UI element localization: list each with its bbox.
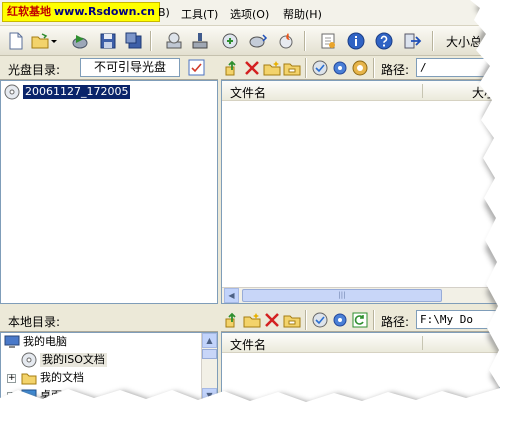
properties-icon[interactable]	[351, 59, 369, 77]
right-panel: 路径: / 文件名 大小 ◀ ||| 路径: F:\My Do 文件名	[221, 56, 500, 405]
disc-directory-title: 光盘目录:	[8, 63, 61, 77]
delete-icon[interactable]	[243, 59, 261, 77]
settings-icon[interactable]	[331, 311, 349, 329]
computer-icon	[4, 335, 20, 348]
disc-tree[interactable]: 20061127_172005	[0, 80, 218, 304]
save-as-icon[interactable]	[124, 31, 144, 51]
tree-item-my-iso[interactable]: 我的ISO文档	[21, 351, 196, 369]
cd-folder-icon	[21, 352, 37, 368]
scroll-up-icon[interactable]: ▲	[202, 333, 217, 348]
tree-label-desktop[interactable]: 桌面	[40, 389, 62, 403]
new-folder-icon[interactable]	[243, 311, 261, 329]
rename-icon[interactable]	[283, 311, 301, 329]
tree-item-disc-root[interactable]: 20061127_172005	[4, 83, 204, 101]
disc-file-list[interactable]: 文件名 大小 ◀ |||	[221, 80, 500, 304]
up-folder-icon[interactable]	[223, 59, 241, 77]
mount-icon[interactable]	[248, 31, 268, 51]
total-size-label: 大小总	[446, 35, 483, 49]
watermark-url: www.Rsdown.cn	[54, 5, 155, 18]
menu-item-partial[interactable]: B)	[158, 6, 170, 19]
local-file-list[interactable]: 文件名	[221, 332, 500, 405]
boot-disc-icon[interactable]	[311, 59, 329, 77]
tree-label-my-iso[interactable]: 我的ISO文档	[40, 353, 107, 367]
menu-help[interactable]: 帮助(H)	[283, 6, 322, 22]
chevron-down-icon[interactable]	[50, 31, 58, 51]
options-icon[interactable]	[318, 31, 338, 51]
local-tree-scrollbar[interactable]: ▲ ▼	[201, 333, 217, 404]
boot-type-field[interactable]: 不可引导光盘	[80, 58, 180, 77]
delete-icon[interactable]	[263, 311, 281, 329]
column-header-filename[interactable]: 文件名	[230, 336, 266, 353]
tree-item-my-computer[interactable]: 我的电脑	[4, 333, 199, 351]
tree-label-my-documents[interactable]: 我的文档	[40, 371, 84, 385]
folder-icon	[21, 373, 37, 385]
scroll-thumb[interactable]: |||	[242, 289, 442, 302]
toolbar-separator	[305, 58, 307, 78]
boot-disc-icon[interactable]	[311, 311, 329, 329]
toolbar-separator	[150, 31, 152, 51]
main-toolbar: 大小总	[0, 26, 500, 56]
toolbar-separator	[305, 310, 307, 330]
properties-icon[interactable]	[188, 59, 205, 76]
local-path-label: 路径:	[381, 315, 410, 329]
scroll-left-icon[interactable]: ◀	[224, 288, 239, 303]
disc-list-hscrollbar[interactable]: ◀ |||	[222, 287, 499, 303]
new-folder-icon[interactable]	[263, 59, 281, 77]
burn-icon[interactable]	[276, 31, 296, 51]
disc-directory-header: 光盘目录: 不可引导光盘	[0, 56, 218, 80]
exit-icon[interactable]	[402, 31, 422, 51]
column-header-size[interactable]: 大小	[472, 84, 496, 101]
column-header-filename[interactable]: 文件名	[230, 84, 266, 101]
toolbar-separator	[373, 58, 375, 78]
local-browser-toolbar: 路径: F:\My Do	[221, 308, 500, 332]
cd-icon	[4, 84, 20, 100]
watermark-logo: 红软基地 www.Rsdown.cn	[2, 2, 160, 22]
local-list-header: 文件名	[222, 333, 499, 353]
expand-icon[interactable]: +	[7, 392, 16, 401]
local-path-field[interactable]: F:\My Do	[416, 310, 500, 329]
column-divider[interactable]	[422, 336, 423, 350]
scroll-thumb[interactable]	[202, 349, 217, 359]
local-directory-header: 本地目录:	[0, 308, 218, 332]
open-folder-icon[interactable]	[30, 31, 50, 51]
new-file-icon[interactable]	[6, 31, 26, 51]
up-folder-icon[interactable]	[223, 311, 241, 329]
make-cd-image-icon[interactable]	[164, 31, 184, 51]
menu-bar: 红软基地 www.Rsdown.cn B) 工具(T) 选项(O) 帮助(H)	[0, 0, 500, 26]
left-panel: 光盘目录: 不可引导光盘 20061127_172005 本地目录: 我的电脑 …	[0, 56, 218, 405]
local-directory-title: 本地目录:	[8, 315, 61, 329]
watermark-brand: 红软基地	[7, 5, 51, 18]
column-divider[interactable]	[422, 84, 423, 98]
help-icon[interactable]	[374, 31, 394, 51]
disc-path-label: 路径:	[381, 63, 410, 77]
disc-list-header: 文件名 大小	[222, 81, 499, 101]
refresh-icon[interactable]	[351, 311, 369, 329]
disc-path-field[interactable]: /	[416, 58, 500, 77]
save-icon[interactable]	[98, 31, 118, 51]
make-hd-image-icon[interactable]	[190, 31, 210, 51]
settings-icon[interactable]	[331, 59, 349, 77]
toolbar-separator	[432, 31, 434, 51]
rename-icon[interactable]	[283, 59, 301, 77]
scroll-down-icon[interactable]: ▼	[202, 388, 217, 403]
disc-volume-label[interactable]: 20061127_172005	[23, 85, 131, 99]
tree-label-my-computer[interactable]: 我的电脑	[23, 335, 67, 349]
expand-icon[interactable]: +	[7, 374, 16, 383]
disc-browser-toolbar: 路径: /	[221, 56, 500, 80]
tree-item-my-documents[interactable]: + 我的文档	[7, 369, 197, 387]
info-icon[interactable]	[346, 31, 366, 51]
desktop-icon	[21, 389, 37, 402]
extract-icon[interactable]	[70, 31, 90, 51]
compress-icon[interactable]	[220, 31, 240, 51]
menu-tools[interactable]: 工具(T)	[181, 6, 218, 22]
tree-item-desktop[interactable]: + 桌面	[7, 387, 197, 405]
menu-options[interactable]: 选项(O)	[230, 6, 269, 22]
ultraiso-window: 红软基地 www.Rsdown.cn B) 工具(T) 选项(O) 帮助(H) 大…	[0, 0, 500, 405]
toolbar-separator	[304, 31, 306, 51]
toolbar-separator	[373, 310, 375, 330]
local-tree[interactable]: 我的电脑 我的ISO文档 + 我的文档 + 桌面 ▲ ▼	[0, 332, 218, 405]
